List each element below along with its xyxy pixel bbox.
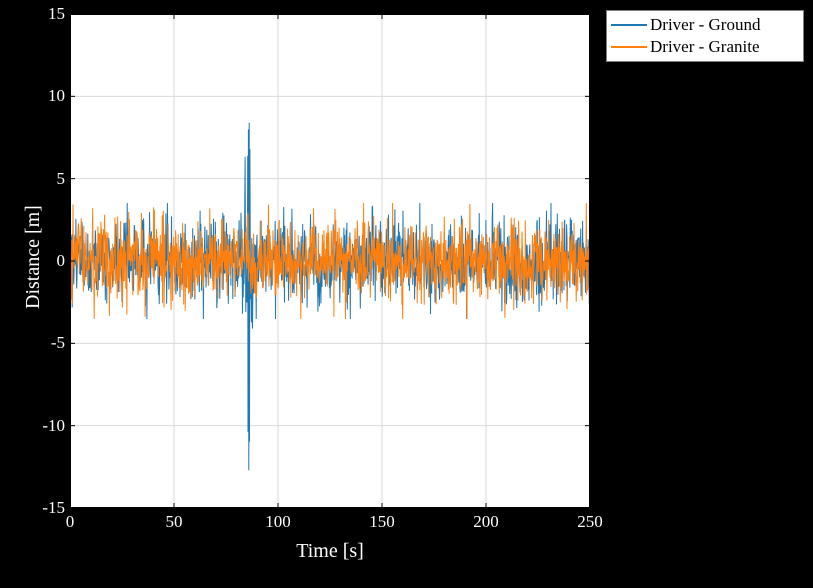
series-line bbox=[70, 203, 590, 319]
x-tick-label: 0 bbox=[66, 512, 75, 532]
x-axis-label: Time [s] bbox=[296, 540, 364, 563]
y-tick-label: 5 bbox=[5, 169, 65, 189]
y-tick-label: -10 bbox=[5, 416, 65, 436]
y-tick-label: -5 bbox=[5, 333, 65, 353]
chart-plot-area bbox=[70, 14, 590, 508]
legend-swatch-granite bbox=[611, 46, 647, 48]
y-axis-label: Distance [m] bbox=[22, 205, 45, 309]
x-tick-label: 100 bbox=[265, 512, 291, 532]
x-tick-label: 250 bbox=[577, 512, 603, 532]
x-tick-label: 50 bbox=[166, 512, 183, 532]
x-tick-label: 200 bbox=[473, 512, 499, 532]
legend-item-granite: Driver - Granite bbox=[611, 36, 799, 58]
legend: Driver - Ground Driver - Granite bbox=[606, 10, 804, 62]
x-tick-label: 150 bbox=[369, 512, 395, 532]
legend-label-granite: Driver - Granite bbox=[650, 37, 760, 57]
chart-canvas bbox=[70, 14, 590, 508]
y-tick-label: 15 bbox=[5, 4, 65, 24]
legend-swatch-ground bbox=[611, 24, 647, 26]
y-tick-label: -15 bbox=[5, 498, 65, 518]
series-line bbox=[70, 123, 590, 471]
legend-item-ground: Driver - Ground bbox=[611, 14, 799, 36]
y-tick-label: 10 bbox=[5, 86, 65, 106]
legend-label-ground: Driver - Ground bbox=[650, 15, 760, 35]
